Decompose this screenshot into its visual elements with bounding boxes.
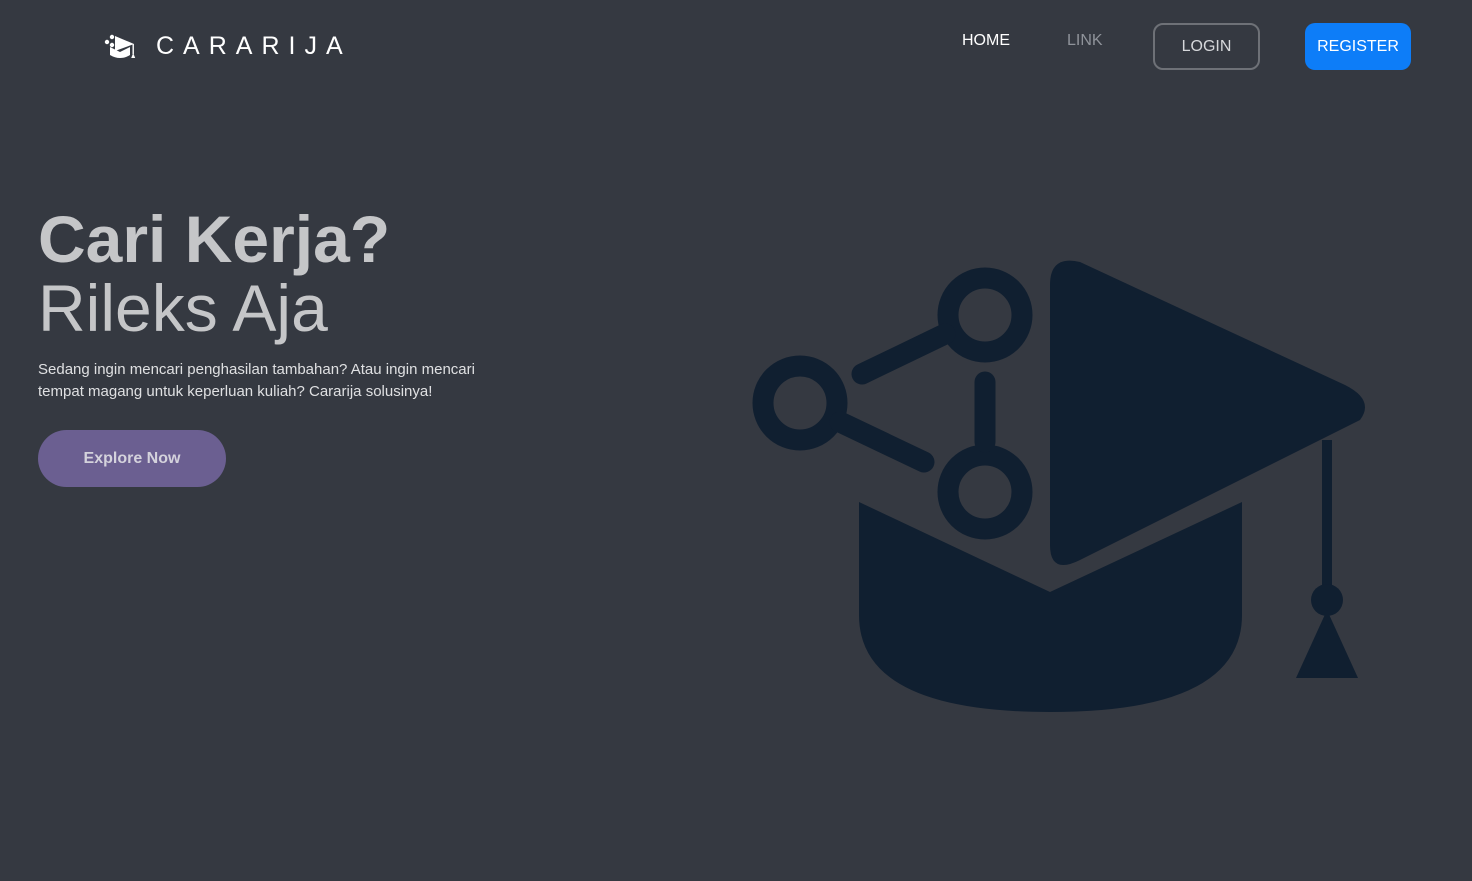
login-button[interactable]: LOGIN [1153, 23, 1260, 70]
landing-page: CARARIJA HOME LINK LOGIN REGISTER Cari K… [0, 0, 1472, 881]
graduation-cap-network-icon [752, 260, 1365, 712]
brand-name: CARARIJA [156, 32, 352, 60]
nav-home-link[interactable]: HOME [962, 31, 1010, 51]
nav-link-link[interactable]: LINK [1067, 31, 1103, 51]
brand-logo[interactable]: CARARIJA [104, 30, 352, 62]
register-button[interactable]: REGISTER [1305, 23, 1411, 70]
explore-now-button[interactable]: Explore Now [38, 430, 226, 487]
hero-description: Sedang ingin mencari penghasilan tambaha… [38, 361, 475, 400]
hero-title: Cari Kerja? [38, 202, 391, 276]
hero-subtitle: Rileks Aja [38, 271, 328, 345]
graduation-cap-icon [104, 34, 136, 58]
